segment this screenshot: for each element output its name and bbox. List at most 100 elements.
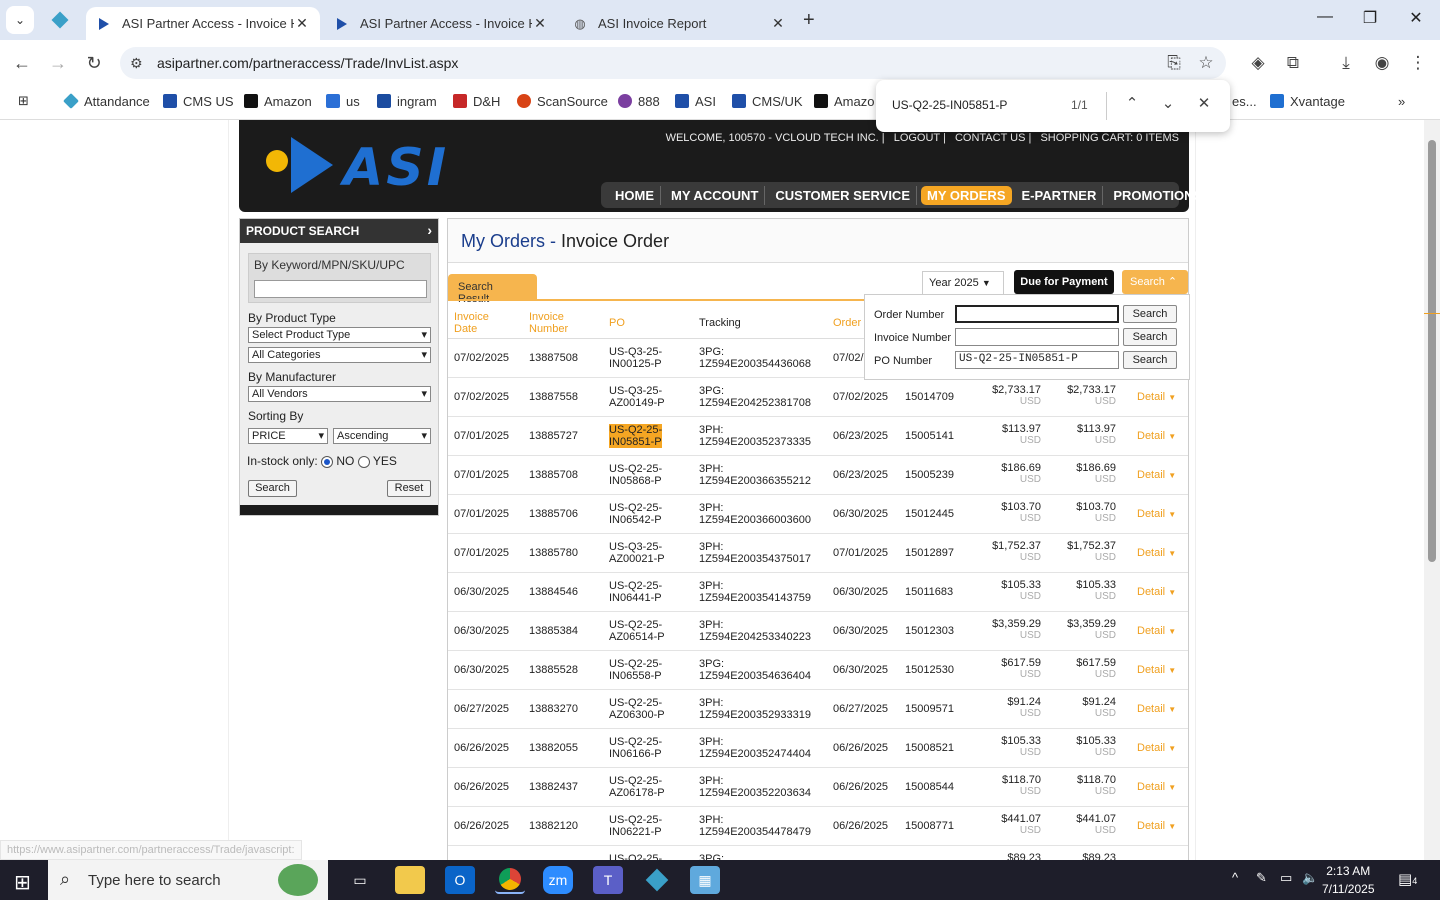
invoice-search-button[interactable]: Search — [1123, 328, 1177, 346]
find-input[interactable]: US-Q2-25-IN05851-P — [892, 98, 1007, 112]
show-hidden-icons[interactable]: ^ — [1232, 870, 1238, 885]
due-for-payment-button[interactable]: Due for Payment — [1014, 270, 1114, 294]
invoice-number[interactable]: 13887508 — [529, 352, 578, 364]
nav-promotions[interactable]: PROMOTIONS — [1107, 186, 1208, 205]
tracking[interactable]: 3PG: — [699, 853, 724, 860]
bookmark-scansource[interactable]: ScanSource — [517, 92, 608, 110]
site-info-icon[interactable]: ⚙ — [130, 55, 143, 72]
minimize-button[interactable]: — — [1310, 8, 1340, 26]
detail-link[interactable]: Detail ▼ — [1137, 430, 1176, 442]
product-reset-button[interactable]: Reset — [387, 480, 431, 497]
sort-order-select[interactable]: Ascending — [333, 428, 431, 444]
bookmark-attandance[interactable]: Attandance — [63, 92, 150, 110]
detail-link[interactable]: Detail ▼ — [1137, 820, 1176, 832]
pen-icon[interactable]: ✎ — [1256, 870, 1267, 886]
detail-link[interactable]: Detail ▼ — [1137, 469, 1176, 481]
bookmark-star-icon[interactable]: ☆ — [1195, 53, 1217, 73]
tracking[interactable]: 3PH: 1Z594E200354143759 — [699, 580, 811, 604]
invoice-number[interactable]: 13885384 — [529, 625, 578, 637]
profile-icon[interactable]: ◉ — [1371, 53, 1393, 73]
tracking[interactable]: 3PH: 1Z594E200352373335 — [699, 424, 811, 448]
close-window-button[interactable]: ✕ — [1401, 8, 1431, 28]
teams-icon[interactable]: T — [593, 866, 623, 894]
po-number-input[interactable]: US-Q2-25-IN05851-P — [955, 351, 1119, 369]
page-scrollbar[interactable] — [1424, 120, 1440, 860]
tracking[interactable]: 3PH: 1Z594E200366003600 — [699, 502, 811, 526]
back-icon[interactable]: ← — [12, 53, 32, 74]
search-toggle-button[interactable]: Search ⌃ — [1122, 270, 1188, 294]
notification-icon[interactable]: ▤4 — [1398, 870, 1417, 888]
logout-link[interactable]: LOGOUT — [894, 132, 940, 144]
menu-icon[interactable]: ⋮ — [1407, 53, 1429, 73]
url-text[interactable]: asipartner.com/partneraccess/Trade/InvLi… — [157, 55, 458, 71]
tab-search-button[interactable]: ⌄ — [6, 6, 34, 34]
zoom-icon[interactable]: zm — [543, 866, 573, 894]
detail-link[interactable]: Detail ▼ — [1137, 664, 1176, 676]
scrollbar-thumb[interactable] — [1428, 140, 1436, 562]
restore-button[interactable]: ❐ — [1355, 8, 1385, 28]
tracking[interactable]: 3PH: 1Z594E200352203634 — [699, 775, 811, 799]
volume-icon[interactable]: 🔈 — [1302, 870, 1318, 886]
forward-icon[interactable]: → — [48, 53, 68, 74]
invoice-number[interactable]: 13885706 — [529, 508, 578, 520]
keyword-input[interactable] — [254, 280, 427, 298]
apps-grid-icon[interactable]: ⊞ — [18, 92, 29, 110]
detail-link[interactable]: Detail ▼ — [1137, 508, 1176, 520]
nav-home[interactable]: HOME — [609, 185, 661, 205]
find-prev-icon[interactable]: ⌃ — [1122, 94, 1142, 112]
instock-no-radio[interactable] — [321, 455, 334, 468]
app-diamond-icon[interactable] — [642, 866, 672, 894]
invoice-number[interactable]: 13885528 — [529, 664, 578, 676]
nav-my-account[interactable]: MY ACCOUNT — [665, 185, 766, 205]
manufacturer-select[interactable]: All Vendors — [248, 386, 431, 402]
nav-my-orders[interactable]: MY ORDERS — [921, 185, 1012, 205]
bookmark-amazon-2[interactable]: Amazo — [814, 92, 874, 110]
invoice-number[interactable]: 13882437 — [529, 781, 578, 793]
invoice-number[interactable]: 13885708 — [529, 469, 578, 481]
contact-us-link[interactable]: CONTACT US — [955, 132, 1026, 144]
invoice-number[interactable]: 13884546 — [529, 586, 578, 598]
detail-link[interactable]: Detail ▼ — [1137, 703, 1176, 715]
bookmark-ingram[interactable]: ingram — [377, 92, 437, 110]
detail-link[interactable]: Detail ▼ — [1137, 586, 1176, 598]
translate-extension-icon[interactable]: ◈ — [1247, 53, 1269, 73]
order-number-input[interactable] — [955, 305, 1119, 323]
invoice-number[interactable]: 13885780 — [529, 547, 578, 559]
windows-start-icon[interactable]: ⊞ — [14, 870, 31, 895]
po-search-button[interactable]: Search — [1123, 351, 1177, 369]
category-select[interactable]: All Categories — [248, 347, 431, 363]
invoice-number[interactable]: 13887558 — [529, 391, 578, 403]
tracking[interactable]: 3PH: 1Z594E200354375017 — [699, 541, 811, 565]
product-type-select[interactable]: Select Product Type — [248, 327, 431, 343]
page-search-icon[interactable]: ⎘ — [1163, 53, 1185, 73]
order-search-button[interactable]: Search — [1123, 305, 1177, 323]
close-tab-icon[interactable]: ✕ — [294, 15, 310, 32]
new-tab-button[interactable]: + — [803, 9, 815, 32]
bookmark-cms-us[interactable]: CMS US — [163, 92, 234, 110]
col-invoice-date[interactable]: Invoice Date — [454, 311, 504, 335]
detail-link[interactable]: Detail ▼ — [1137, 391, 1176, 403]
more-bookmarks-icon[interactable]: » — [1398, 92, 1405, 110]
bookmark-amazon[interactable]: Amazon — [244, 92, 312, 110]
tab-invoice-report[interactable]: ◍ ASI Invoice Report ✕ — [562, 7, 796, 40]
bookmark-es[interactable]: es... — [1232, 92, 1257, 110]
tab-invoice-history[interactable]: ASI Partner Access - Invoice His ✕ — [324, 7, 558, 40]
download-icon[interactable]: ⤓ — [1335, 53, 1357, 73]
bookmark-xvantage[interactable]: Xvantage — [1270, 92, 1345, 110]
find-next-icon[interactable]: ⌄ — [1158, 94, 1178, 112]
bookmark-us[interactable]: us — [326, 92, 360, 110]
tab-group-icon[interactable] — [46, 6, 74, 34]
shopping-cart-link[interactable]: SHOPPING CART: 0 ITEMS — [1040, 132, 1179, 144]
invoice-number[interactable]: 13883270 — [529, 703, 578, 715]
invoice-number[interactable]: 13882055 — [529, 742, 578, 754]
tracking[interactable]: 3PH: 1Z594E200366355212 — [699, 463, 811, 487]
sort-field-select[interactable]: PRICE — [248, 428, 328, 444]
instock-yes-radio[interactable] — [357, 455, 370, 468]
detail-link[interactable]: Detail ▼ — [1137, 781, 1176, 793]
search-result-tab[interactable]: Search Result — [448, 274, 537, 305]
task-view-icon[interactable]: ▭ — [345, 866, 375, 894]
col-invoice-number[interactable]: Invoice Number — [529, 311, 579, 335]
tracking[interactable]: 3PH: 1Z594E200352474404 — [699, 736, 811, 760]
asi-logo[interactable]: ASI — [343, 138, 449, 198]
col-po[interactable]: PO — [609, 317, 625, 329]
